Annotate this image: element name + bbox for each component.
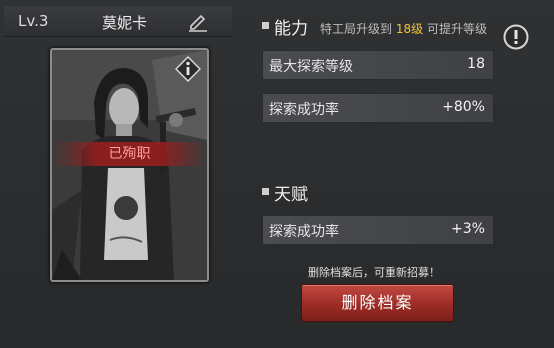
upgrade-hint-level: 18级: [395, 22, 424, 36]
edit-pencil-icon[interactable]: [187, 10, 209, 32]
talent-label: 探索成功率: [269, 224, 339, 240]
stat-value: 18: [467, 56, 485, 72]
warning-icon[interactable]: [503, 24, 529, 50]
stat-row-max-explore-level: 最大探索等级 18: [262, 50, 494, 80]
upgrade-hint: 特工局升级到 18级 可提升等级: [320, 20, 487, 37]
talent-title: 天赋: [274, 185, 308, 205]
info-icon[interactable]: [175, 56, 201, 82]
stat-label: 探索成功率: [269, 102, 339, 118]
delete-notice: 删除档案后，可重新招募！: [308, 266, 440, 279]
agent-level: Lv.3: [18, 12, 49, 30]
ability-title: 能力: [274, 19, 308, 39]
talent-row-explore-success: 探索成功率 +3%: [262, 215, 494, 245]
stat-row-explore-success: 探索成功率 +80%: [262, 93, 494, 123]
talent-section-marker: [262, 188, 269, 195]
ability-section-marker: [262, 22, 269, 29]
delete-file-button[interactable]: 删除档案: [301, 284, 454, 322]
stat-value: +80%: [442, 99, 485, 115]
agent-profile-panel: Lv.3 莫妮卡 已殉职 能力 特工局升级到 18级 可提升等级 最大探索等级 …: [0, 0, 554, 348]
agent-card: 已殉职: [50, 48, 209, 282]
agent-header: Lv.3 莫妮卡: [4, 6, 232, 37]
upgrade-hint-prefix: 特工局升级到: [320, 22, 393, 36]
talent-value: +3%: [451, 221, 485, 237]
agent-name: 莫妮卡: [102, 14, 148, 32]
upgrade-hint-suffix: 可提升等级: [426, 22, 487, 36]
deceased-banner: 已殉职: [52, 142, 207, 166]
stat-label: 最大探索等级: [269, 59, 353, 75]
